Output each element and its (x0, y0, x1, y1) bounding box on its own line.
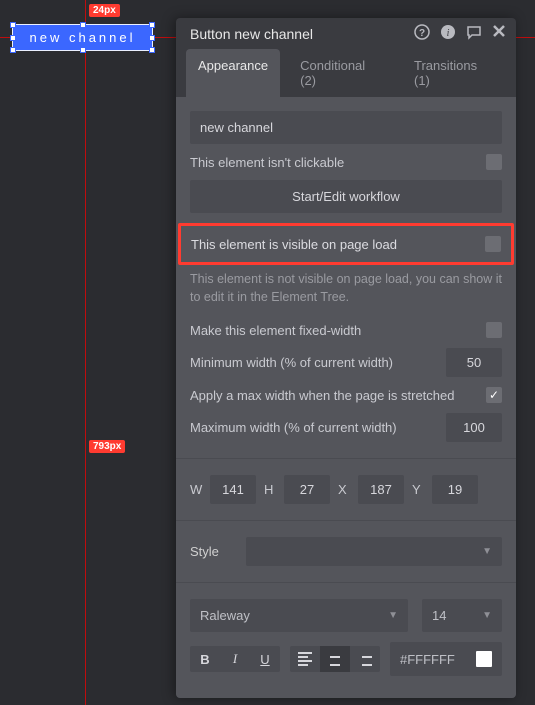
tab-transitions[interactable]: Transitions (1) (402, 49, 506, 97)
underline-button[interactable]: U (250, 646, 280, 672)
h-input[interactable] (284, 475, 330, 504)
panel-body: This element isn't clickable Start/Edit … (176, 97, 516, 698)
resize-handle[interactable] (149, 22, 155, 28)
chevron-down-icon: ▼ (482, 546, 492, 557)
visible-help-text: This element is not visible on page load… (190, 271, 502, 306)
divider (176, 582, 516, 583)
font-size-value: 14 (432, 608, 446, 623)
align-right-button[interactable] (350, 646, 380, 672)
resize-handle[interactable] (10, 47, 16, 53)
max-width-input[interactable] (446, 413, 502, 442)
svg-text:?: ? (419, 28, 425, 39)
panel-title: Button new channel (190, 26, 414, 42)
selected-button[interactable]: new channel (12, 24, 153, 51)
y-input[interactable] (432, 475, 478, 504)
resize-handle[interactable] (10, 35, 16, 41)
button-text-input[interactable] (190, 111, 502, 144)
divider (176, 520, 516, 521)
align-center-button[interactable] (320, 646, 350, 672)
style-select[interactable]: ▼ (246, 537, 502, 566)
resize-handle[interactable] (10, 22, 16, 28)
w-input[interactable] (210, 475, 256, 504)
h-label: H (264, 482, 278, 497)
clickable-label: This element isn't clickable (190, 155, 478, 170)
panel-tabs: Appearance Conditional (2) Transitions (… (176, 49, 516, 97)
max-apply-label: Apply a max width when the page is stret… (190, 388, 478, 403)
font-family-value: Raleway (200, 608, 250, 623)
tab-appearance[interactable]: Appearance (186, 49, 280, 97)
resize-handle[interactable] (149, 47, 155, 53)
help-icon[interactable]: ? (414, 24, 430, 43)
visible-label: This element is visible on page load (191, 237, 485, 252)
dimension-tag-side: 793px (89, 440, 125, 453)
comment-icon[interactable] (466, 24, 482, 43)
font-size-select[interactable]: 14 ▼ (422, 599, 502, 632)
close-icon[interactable] (492, 24, 506, 43)
max-apply-checkbox[interactable] (486, 387, 502, 403)
color-hex: #FFFFFF (400, 652, 455, 667)
clickable-checkbox[interactable] (486, 154, 502, 170)
min-width-label: Minimum width (% of current width) (190, 355, 438, 370)
fixed-width-checkbox[interactable] (486, 322, 502, 338)
selected-button-label: new channel (30, 30, 136, 45)
visible-checkbox[interactable] (485, 236, 501, 252)
dimension-tag-top: 24px (89, 4, 120, 17)
resize-handle[interactable] (149, 35, 155, 41)
property-panel: Button new channel ? i Appearance Condit… (176, 18, 516, 698)
italic-button[interactable]: I (220, 646, 250, 672)
chevron-down-icon: ▼ (388, 610, 398, 621)
align-group (290, 646, 380, 672)
x-input[interactable] (358, 475, 404, 504)
workflow-button[interactable]: Start/Edit workflow (190, 180, 502, 213)
svg-text:i: i (447, 28, 450, 39)
info-icon[interactable]: i (440, 24, 456, 43)
style-label: Style (190, 544, 232, 559)
align-left-button[interactable] (290, 646, 320, 672)
text-color-picker[interactable]: #FFFFFF (390, 642, 502, 676)
font-family-select[interactable]: Raleway ▼ (190, 599, 408, 632)
divider (176, 458, 516, 459)
fixed-width-label: Make this element fixed-width (190, 323, 478, 338)
tab-conditional[interactable]: Conditional (2) (288, 49, 394, 97)
bold-button[interactable]: B (190, 646, 220, 672)
visible-on-load-row: This element is visible on page load (178, 223, 514, 265)
color-swatch (476, 651, 492, 667)
geometry-row: W H X Y (190, 475, 502, 504)
text-format-group: B I U (190, 646, 280, 672)
max-width-label: Maximum width (% of current width) (190, 420, 438, 435)
x-label: X (338, 482, 352, 497)
guide-vertical (85, 0, 86, 705)
panel-header: Button new channel ? i (176, 18, 516, 49)
y-label: Y (412, 482, 426, 497)
min-width-input[interactable] (446, 348, 502, 377)
chevron-down-icon: ▼ (482, 610, 492, 621)
resize-handle[interactable] (80, 22, 86, 28)
editor-canvas: 24px 793px new channel Button new channe… (0, 0, 535, 705)
w-label: W (190, 482, 204, 497)
resize-handle[interactable] (80, 47, 86, 53)
